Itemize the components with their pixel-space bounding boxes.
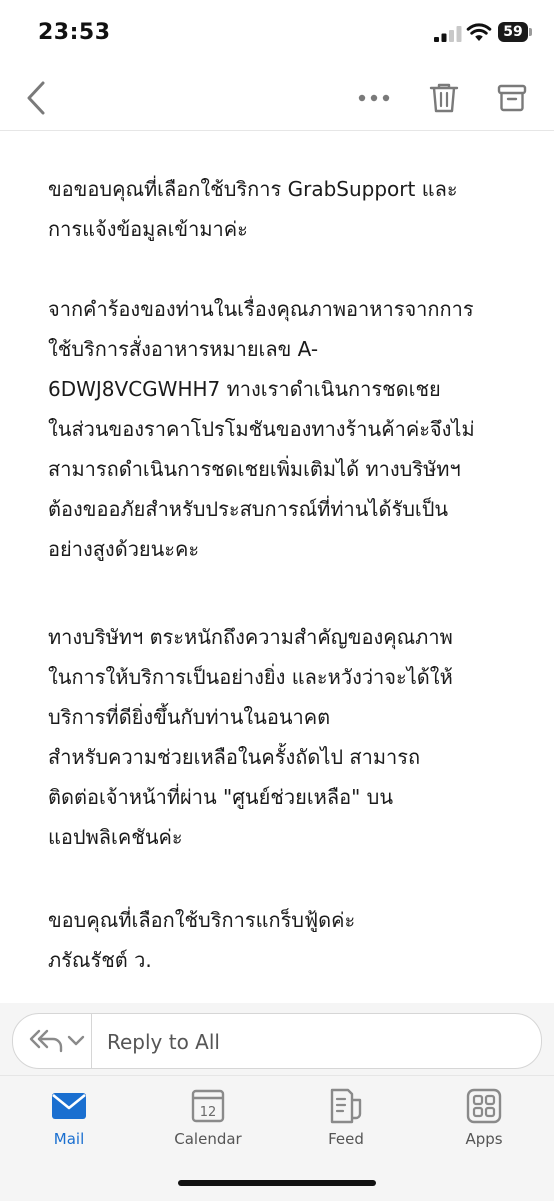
more-options-button[interactable] [352,76,396,120]
apps-icon [466,1088,502,1124]
home-indicator [178,1180,376,1186]
bottom-tab-bar: Mail 12 Calendar Feed Apps [0,1075,554,1201]
calendar-icon: 12 [191,1089,225,1123]
tab-label: Feed [328,1130,364,1148]
more-dots-icon [358,94,390,102]
tab-label: Calendar [174,1130,242,1148]
battery-icon: 59 [498,22,534,42]
email-paragraph: ขอบคุณที่เลือกใช้บริการแกร็บฟู้ดค่ะ ภรัณ… [48,908,356,972]
tab-label: Apps [465,1130,503,1148]
status-bar: 23:53 59 [0,0,554,64]
chevron-left-icon [27,81,45,115]
tab-apps[interactable]: Apps [434,1086,534,1156]
battery-level: 59 [498,22,528,42]
email-paragraph: จากคำร้องของท่านในเรื่องคุณภาพอาหารจากกา… [48,297,475,561]
email-body: ขอขอบคุณที่เลือกใช้บริการ GrabSupport แล… [0,131,554,1003]
reply-bar[interactable]: Reply to All [12,1013,542,1069]
reply-area: Reply to All [0,1003,554,1075]
wifi-icon [466,23,492,41]
archive-button[interactable] [490,76,534,120]
reply-input-placeholder[interactable]: Reply to All [107,1030,220,1054]
email-paragraph: ขอขอบคุณที่เลือกใช้บริการ GrabSupport แล… [48,177,458,241]
archive-icon [497,84,527,112]
calendar-day: 12 [200,1105,217,1120]
trash-icon [429,83,459,113]
back-button[interactable] [14,76,58,120]
chevron-down-icon [67,1035,85,1046]
delete-button[interactable] [422,76,466,120]
feed-icon [330,1088,362,1124]
tab-label: Mail [53,1130,85,1148]
tab-mail[interactable]: Mail [19,1086,119,1156]
reply-all-icon [29,1029,85,1053]
cellular-signal-icon [434,26,462,42]
email-toolbar [0,64,554,131]
mail-icon [52,1093,86,1119]
email-paragraph: ทางบริษัทฯ ตระหนักถึงความสำคัญของคุณภาพ … [48,625,453,849]
tab-feed[interactable]: Feed [296,1086,396,1156]
reply-all-toggle[interactable] [27,1025,91,1057]
tab-calendar[interactable]: 12 Calendar [158,1086,258,1156]
status-time: 23:53 [38,20,111,45]
